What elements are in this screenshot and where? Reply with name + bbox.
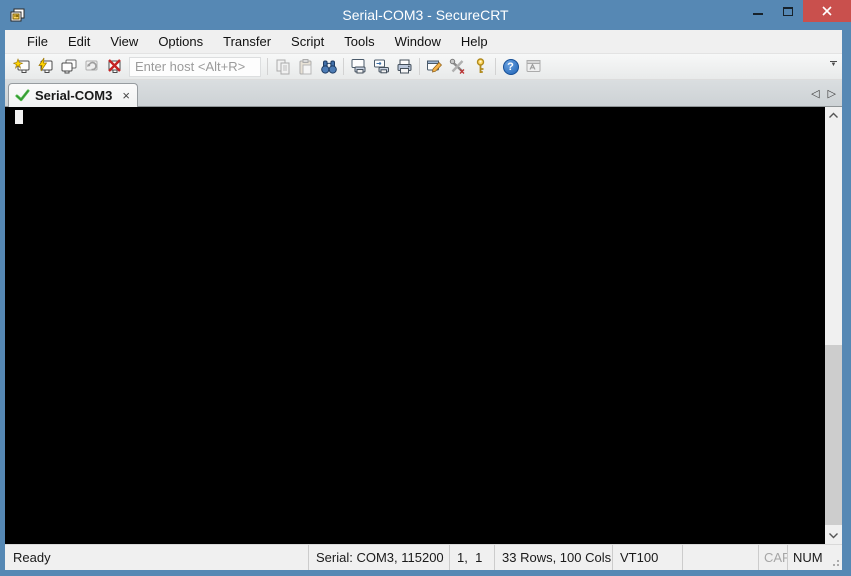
statusbar: Ready Serial: COM3, 115200 1, 1 33 Rows,… (5, 544, 842, 570)
menubar: File Edit View Options Transfer Script T… (5, 30, 842, 54)
global-options-button[interactable] (446, 56, 469, 78)
window-controls (743, 0, 851, 22)
reconnect-icon (85, 60, 98, 71)
maximize-button[interactable] (773, 0, 803, 22)
status-caps-lock: CAP (758, 545, 787, 570)
grip-dot (837, 564, 839, 566)
toolbar-separator (267, 58, 268, 75)
print-icon (351, 59, 366, 74)
scrollbar-track[interactable] (825, 124, 842, 527)
copy-icon (276, 59, 289, 74)
session-options-icon (427, 60, 442, 73)
connect-icon (38, 57, 53, 73)
find-button[interactable] (317, 56, 340, 78)
close-icon (822, 6, 832, 16)
client-area: File Edit View Options Transfer Script T… (5, 30, 842, 570)
quick-connect-icon (13, 58, 30, 73)
grip-dot (837, 560, 839, 562)
auto-print-button[interactable] (370, 56, 393, 78)
toolbar-separator (343, 58, 344, 75)
minimize-icon (753, 13, 763, 15)
disconnect-icon (108, 59, 121, 73)
terminal-cursor (15, 110, 23, 124)
paste-button (294, 56, 317, 78)
connect-in-tab-button[interactable] (57, 56, 80, 78)
scrollbar-thumb[interactable] (825, 345, 842, 525)
scroll-up-button[interactable] (825, 107, 842, 124)
tab-label: Serial-COM3 (35, 88, 113, 103)
help-icon: ? (502, 58, 519, 75)
status-spare (682, 545, 758, 570)
tab-scroll-left-icon[interactable]: ◁ (811, 87, 819, 100)
toolbar-separator (419, 58, 420, 75)
reconnect-button (80, 56, 103, 78)
app-icon[interactable] (8, 6, 26, 24)
paste-icon (299, 58, 311, 74)
connected-check-icon (15, 89, 30, 102)
session-options-button[interactable] (423, 56, 446, 78)
status-num-lock: NUM (787, 545, 827, 570)
key-generation-button[interactable] (469, 56, 492, 78)
maximize-icon (783, 6, 793, 16)
tab-scroll-right-icon[interactable]: ▷ (828, 87, 836, 100)
resize-grip[interactable] (827, 545, 842, 570)
scroll-down-button[interactable] (825, 527, 842, 544)
launch-application-button (522, 56, 545, 78)
launch-application-icon (526, 60, 541, 72)
menu-tools[interactable]: Tools (334, 30, 384, 53)
tab-scroll-arrows: ◁ ▷ (811, 80, 836, 107)
terminal-row (5, 107, 842, 544)
print-setup-icon (397, 59, 412, 74)
menu-view[interactable]: View (100, 30, 148, 53)
copy-button (271, 56, 294, 78)
menu-help[interactable]: Help (451, 30, 498, 53)
minimize-button[interactable] (743, 0, 773, 22)
status-ready: Ready (13, 550, 51, 565)
tabbar: Serial-COM3 × ◁ ▷ (5, 80, 842, 107)
toolbar-overflow-icon: ▼ (830, 62, 837, 68)
connect-in-tab-icon (61, 59, 77, 74)
menu-edit[interactable]: Edit (58, 30, 100, 53)
menu-options[interactable]: Options (148, 30, 213, 53)
help-button[interactable]: ? (499, 56, 522, 78)
connect-button[interactable] (34, 56, 57, 78)
print-setup-button[interactable] (393, 56, 416, 78)
global-options-icon (449, 58, 465, 74)
auto-print-icon (374, 59, 389, 74)
find-icon (320, 60, 337, 74)
toolbar-overflow-button[interactable]: ▼ (828, 61, 839, 68)
chevron-down-icon (829, 533, 838, 539)
key-icon (476, 58, 485, 73)
status-connection: Serial: COM3, 115200 (308, 545, 449, 570)
grip-dot (833, 564, 835, 566)
quick-connect-button[interactable] (11, 56, 34, 78)
host-input[interactable] (129, 56, 261, 77)
tab-close-icon[interactable]: × (122, 89, 130, 102)
securecrt-window: Serial-COM3 - SecureCRT File Edit View O… (0, 0, 851, 576)
menu-file[interactable]: File (17, 30, 58, 53)
window-title: Serial-COM3 - SecureCRT (342, 7, 509, 23)
menu-script[interactable]: Script (281, 30, 334, 53)
toolbar-separator (495, 58, 496, 75)
tab-serial-com3[interactable]: Serial-COM3 × (8, 83, 138, 107)
terminal-screen[interactable] (5, 107, 825, 544)
menu-window[interactable]: Window (385, 30, 451, 53)
chevron-up-icon (829, 112, 838, 118)
status-cursor-position: 1, 1 (449, 545, 494, 570)
toolbar: ? ▼ (5, 54, 842, 80)
status-terminal-size: 33 Rows, 100 Cols (494, 545, 612, 570)
disconnect-button[interactable] (103, 56, 126, 78)
menu-transfer[interactable]: Transfer (213, 30, 281, 53)
print-button[interactable] (347, 56, 370, 78)
status-emulation: VT100 (612, 545, 682, 570)
close-button[interactable] (803, 0, 851, 22)
titlebar[interactable]: Serial-COM3 - SecureCRT (0, 0, 851, 30)
vertical-scrollbar[interactable] (825, 107, 842, 544)
